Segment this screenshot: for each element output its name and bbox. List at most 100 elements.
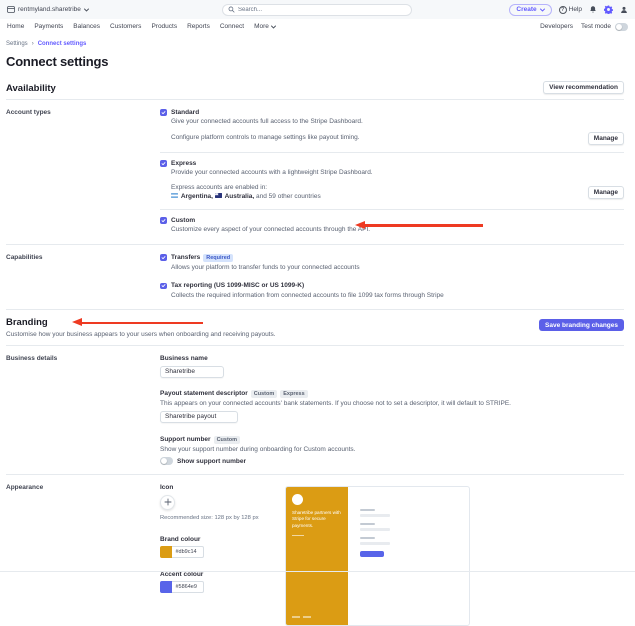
standard-checkbox[interactable]: [160, 109, 167, 116]
payout-descriptor-input[interactable]: [160, 411, 238, 423]
plus-icon: [164, 498, 172, 506]
preview-accent-button: [360, 551, 384, 557]
settings-button[interactable]: [604, 5, 613, 14]
nav-item-connect[interactable]: Connect: [220, 23, 244, 30]
accent-colour-swatch[interactable]: [160, 581, 172, 593]
profile-button[interactable]: [620, 6, 628, 14]
create-button-label: Create: [516, 6, 536, 13]
capabilities-label: Capabilities: [6, 254, 160, 301]
show-support-number-toggle[interactable]: [160, 457, 173, 465]
nav-item-more[interactable]: More: [254, 23, 276, 30]
brand-colour-hex[interactable]: #db9c14: [172, 546, 204, 558]
brand-colour-swatch[interactable]: [160, 546, 172, 558]
breadcrumb: Settings › Connect settings: [6, 41, 624, 47]
country-australia: Australia,: [225, 193, 255, 200]
check-icon: [161, 255, 166, 260]
payout-descriptor-description: This appears on your connected accounts'…: [160, 400, 624, 407]
custom-checkbox[interactable]: [160, 217, 167, 224]
express-badge: Express: [280, 390, 307, 398]
main-content: Settings › Connect settings Connect sett…: [0, 41, 635, 626]
icon-size-hint: Recommended size: 128 px by 128 px: [160, 515, 285, 521]
nav-item-balances[interactable]: Balances: [73, 23, 100, 30]
countries-other: and 59 other countries: [256, 193, 321, 200]
nav-item-more-label: More: [254, 23, 269, 30]
express-manage-button[interactable]: Manage: [588, 186, 624, 199]
notifications-button[interactable]: [589, 5, 597, 14]
topbar: rentmyland.sharetribe Create Help: [0, 0, 635, 19]
business-name-input[interactable]: [160, 366, 224, 378]
breadcrumb-settings[interactable]: Settings: [6, 41, 28, 47]
transfers-checkbox[interactable]: [160, 254, 167, 261]
breadcrumb-separator: ›: [32, 41, 34, 47]
branding-section: Branding Customise how your business app…: [6, 310, 624, 626]
argentina-flag-icon: [171, 193, 178, 198]
gear-icon: [604, 5, 613, 14]
branding-subtitle: Customise how your business appears to y…: [6, 331, 276, 338]
save-branding-button[interactable]: Save branding changes: [539, 319, 624, 331]
nav-item-payments[interactable]: Payments: [34, 23, 63, 30]
nav-item-customers[interactable]: Customers: [110, 23, 141, 30]
preview-footer-links: [292, 616, 342, 618]
nav-item-home[interactable]: Home: [7, 23, 24, 30]
search-input[interactable]: [238, 7, 406, 13]
standard-description: Give your connected accounts full access…: [171, 118, 624, 127]
test-mode-toggle[interactable]: [615, 23, 628, 31]
express-enabled-in-text: Express accounts are enabled in:: [171, 184, 267, 191]
account-switcher[interactable]: rentmyland.sharetribe: [7, 6, 89, 13]
tax-reporting-checkbox[interactable]: [160, 283, 167, 290]
australia-flag-icon: [215, 193, 222, 198]
nav-item-developers[interactable]: Developers: [540, 23, 573, 30]
red-arrow-branding-annotation: [82, 322, 203, 325]
help-label: Help: [569, 6, 582, 13]
express-description: Provide your connected accounts with a l…: [171, 169, 624, 178]
divider: [0, 571, 635, 572]
test-mode-control: Test mode: [581, 23, 628, 31]
check-icon: [161, 218, 166, 223]
express-checkbox[interactable]: [160, 160, 167, 167]
red-arrow-custom-annotation: [365, 224, 483, 227]
accent-colour-field[interactable]: #5864e9: [160, 581, 285, 593]
nav-item-reports[interactable]: Reports: [187, 23, 210, 30]
support-number-description: Show your support number during onboardi…: [160, 446, 624, 453]
check-icon: [161, 283, 166, 288]
bell-icon: [589, 5, 597, 14]
storefront-icon: [7, 6, 15, 13]
tax-reporting-capability: Tax reporting (US 1099-MISC or US 1099-K…: [160, 282, 624, 300]
standard-label: Standard: [171, 109, 624, 116]
person-icon: [620, 6, 628, 14]
nav-item-products[interactable]: Products: [151, 23, 177, 30]
tax-reporting-description: Collects the required information from c…: [171, 292, 624, 301]
custom-description: Customize every aspect of your connected…: [171, 226, 624, 235]
help-icon: [559, 6, 567, 14]
check-icon: [161, 110, 166, 115]
express-enabled-countries: Express accounts are enabled in: Argenti…: [171, 184, 321, 202]
preview-icon-placeholder: [292, 494, 303, 505]
chevron-down-icon: [84, 8, 89, 12]
preview-text: Sharetribe partners with Stripe for secu…: [292, 510, 342, 529]
check-icon: [161, 161, 166, 166]
payout-descriptor-label: Payout statement descriptor: [160, 390, 248, 397]
transfers-capability: Transfers Required Allows your platform …: [160, 254, 624, 273]
chevron-down-icon: [540, 8, 545, 12]
account-types-label: Account types: [6, 109, 160, 235]
create-button[interactable]: Create: [509, 4, 551, 16]
brand-colour-label: Brand colour: [160, 536, 285, 543]
upload-icon-button[interactable]: [160, 495, 175, 510]
search-bar[interactable]: [222, 4, 412, 16]
express-label: Express: [171, 160, 624, 167]
custom-label: Custom: [171, 217, 624, 224]
icon-label: Icon: [160, 484, 285, 491]
appearance-label: Appearance: [6, 484, 160, 626]
standard-manage-button[interactable]: Manage: [588, 132, 624, 145]
accent-colour-hex[interactable]: #5864e9: [172, 581, 204, 593]
show-support-number-label: Show support number: [177, 458, 246, 465]
availability-title: Availability: [6, 83, 56, 94]
breadcrumb-current[interactable]: Connect settings: [38, 41, 87, 47]
main-nav: Home Payments Balances Customers Product…: [0, 19, 635, 37]
view-recommendation-button[interactable]: View recommendation: [543, 81, 624, 94]
custom-badge: Custom: [214, 436, 240, 444]
brand-colour-field[interactable]: #db9c14: [160, 546, 285, 558]
help-button[interactable]: Help: [559, 6, 582, 14]
required-badge: Required: [203, 254, 233, 262]
express-option: Express Provide your connected accounts …: [160, 160, 624, 202]
